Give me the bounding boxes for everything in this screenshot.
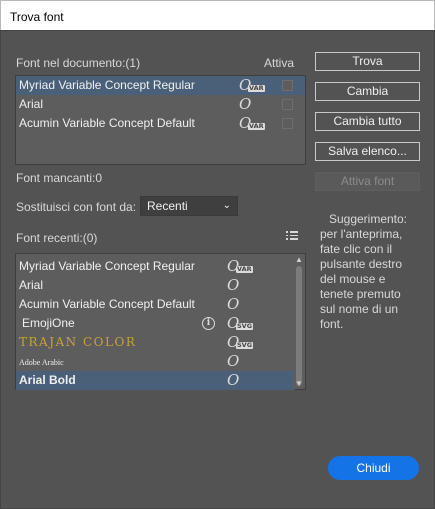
svg-font-icon: O SVG (227, 314, 254, 332)
recent-font-row[interactable]: Acumin Variable Concept Default O (16, 295, 305, 314)
hint-text: Suggerimento: per l'anteprima, fate clic… (320, 212, 416, 332)
document-fonts-header: Font nel documento:(1) (16, 56, 141, 70)
replace-with-label: Sostituisci con font da: (16, 200, 137, 214)
svg-font-icon: O SVG (227, 333, 254, 351)
find-button[interactable]: Trova (315, 52, 420, 71)
font-name: TRAJAN COLOR (19, 335, 137, 349)
opentype-font-icon: O (227, 371, 240, 389)
opentype-font-icon: O (239, 95, 252, 113)
recent-fonts-header: Font recenti:(0) (16, 231, 98, 245)
chevron-down-icon: ⌄ (222, 200, 231, 211)
font-name: Acumin Variable Concept Default (19, 116, 195, 130)
save-list-button[interactable]: Salva elenco... (315, 142, 420, 161)
scroll-thumb[interactable] (296, 266, 302, 386)
recent-font-row[interactable]: Arial Bold O (16, 371, 295, 390)
document-font-row[interactable]: Acumin Variable Concept Default O VAR (16, 114, 305, 133)
list-menu-icon[interactable] (286, 230, 298, 240)
opentype-font-icon: O (227, 295, 240, 313)
document-font-row[interactable]: Arial O (16, 95, 305, 114)
font-name: Adobe Arabic (19, 358, 64, 367)
active-column-header: Attiva (264, 56, 295, 70)
missing-fonts-label: Font mancanti:0 (16, 171, 103, 185)
active-checkbox[interactable] (282, 80, 293, 91)
window-titlebar: Trova font (0, 0, 435, 30)
document-font-row[interactable]: Myriad Variable Concept Regular O VAR (16, 76, 305, 95)
recent-font-row[interactable]: EmojiOne i O SVG (16, 314, 305, 333)
info-icon[interactable]: i (202, 317, 215, 330)
recent-fonts-scrollbar[interactable]: ▲ ▼ (293, 254, 305, 389)
font-name: Acumin Variable Concept Default (19, 297, 195, 311)
active-checkbox[interactable] (282, 118, 293, 129)
opentype-font-icon: O (227, 276, 240, 294)
font-name: Myriad Variable Concept Regular (19, 259, 195, 273)
replace-source-select[interactable]: Recenti ⌄ (140, 196, 238, 216)
change-all-button[interactable]: Cambia tutto (315, 112, 420, 131)
opentype-font-icon: O (227, 352, 240, 370)
active-checkbox[interactable] (282, 99, 293, 110)
font-name: EmojiOne (22, 316, 75, 330)
hint-body: per l'anteprima, fate clic con il pulsan… (320, 227, 403, 331)
recent-font-row[interactable]: TRAJAN COLOR O SVG (16, 333, 305, 352)
font-name: Arial Bold (19, 373, 76, 387)
recent-font-row[interactable]: Myriad Variable Concept Regular O VAR (16, 257, 305, 276)
variable-font-icon: O VAR (239, 114, 265, 132)
recent-font-row[interactable]: Adobe Arabic O (16, 352, 305, 371)
replace-source-value: Recenti (147, 199, 188, 213)
variable-font-icon: O VAR (239, 76, 265, 94)
change-button[interactable]: Cambia (315, 82, 420, 101)
variable-font-icon: O VAR (227, 257, 253, 275)
close-button[interactable]: Chiudi (328, 456, 419, 480)
recent-font-row[interactable]: Arial O (16, 276, 305, 295)
recent-fonts-list[interactable]: Myriad Variable Concept Regular O VAR Ari… (15, 253, 306, 390)
document-fonts-list[interactable]: Myriad Variable Concept Regular O VAR Ari… (15, 75, 306, 165)
font-name: Myriad Variable Concept Regular (19, 78, 195, 92)
window-title: Trova font (10, 10, 64, 24)
activate-font-button[interactable]: Attiva font (315, 172, 420, 191)
scroll-up-arrow-icon[interactable]: ▲ (295, 255, 303, 264)
font-name: Arial (19, 97, 44, 111)
hint-title: Suggerimento: (328, 212, 408, 226)
scroll-down-arrow-icon[interactable]: ▼ (295, 379, 303, 388)
font-name: Arial (19, 278, 44, 292)
